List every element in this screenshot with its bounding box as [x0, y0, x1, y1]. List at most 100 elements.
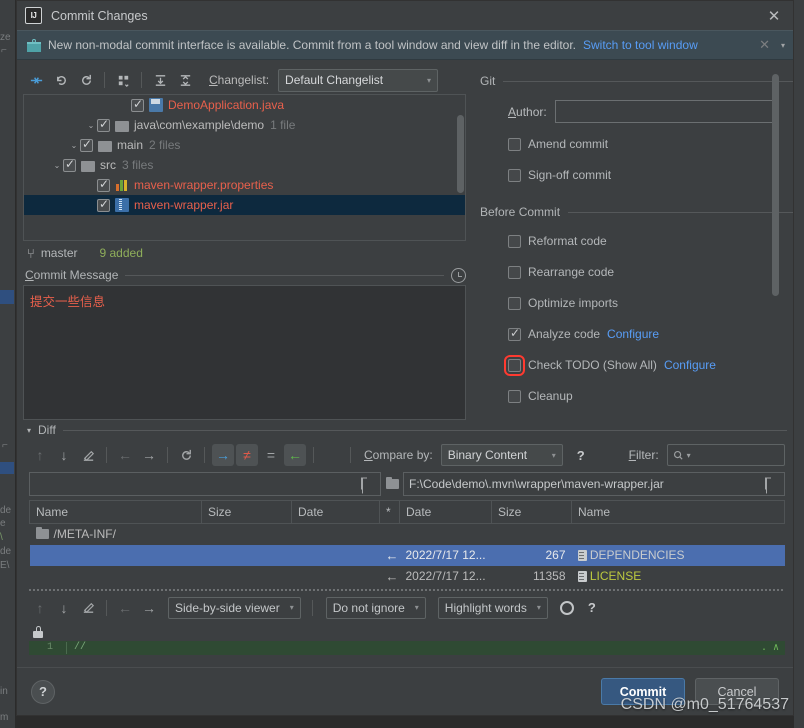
reformat-code-checkbox[interactable]: Reformat code — [480, 231, 793, 251]
tree-row[interactable]: maven-wrapper.properties — [24, 175, 465, 195]
tree-row[interactable]: ⌄ java\com\example\demo 1 file — [24, 115, 465, 135]
viewer-mode-combobox[interactable]: Side-by-side viewer ▾ — [168, 596, 301, 619]
switch-to-tool-window-link[interactable]: Switch to tool window — [583, 38, 698, 52]
changelist-combobox[interactable]: Default Changelist ▾ — [278, 68, 439, 92]
options-scrollbar[interactable] — [772, 74, 779, 296]
checkbox[interactable] — [508, 326, 521, 341]
prev-difference-icon[interactable]: ↑ — [29, 597, 51, 619]
refresh-icon[interactable] — [175, 444, 197, 466]
show-diff-icon[interactable] — [25, 69, 47, 91]
table-column-header[interactable]: Date — [291, 500, 380, 524]
clock-icon[interactable] — [451, 267, 466, 283]
file-icon — [577, 550, 587, 561]
expand-all-icon[interactable] — [149, 69, 171, 91]
cleanup-checkbox[interactable]: Cleanup — [480, 386, 793, 406]
commit-changes-dialog: IJ Commit Changes ✕ New non-modal commit… — [16, 0, 794, 716]
before-commit-options-list: Reformat code Rearrange code Optimize impo… — [480, 231, 793, 420]
gear-icon[interactable] — [559, 600, 574, 615]
table-column-header[interactable]: Name — [29, 500, 202, 524]
changed-files-tree[interactable]: DemoApplication.java ⌄ java\com\example\de… — [23, 94, 466, 241]
compare-by-combobox[interactable]: Binary Content ▾ — [440, 444, 563, 466]
chevron-down-icon[interactable]: ⌄ — [51, 161, 63, 170]
checkbox[interactable] — [508, 168, 521, 182]
close-icon[interactable]: ✕ — [765, 7, 783, 25]
optimize-imports-checkbox[interactable]: Optimize imports — [480, 293, 793, 313]
tree-row[interactable]: ⌄ main 2 files — [24, 135, 465, 155]
collapse-all-icon[interactable] — [174, 69, 196, 91]
check-todo-checkbox[interactable]: Check TODO (Show All) Configure — [480, 354, 793, 376]
file-checkbox[interactable] — [97, 177, 110, 192]
banner-caret-icon[interactable]: ▾ — [781, 41, 785, 50]
author-field[interactable] — [554, 100, 775, 123]
tree-row[interactable]: DemoApplication.java — [24, 95, 465, 115]
checkbox[interactable] — [508, 137, 521, 151]
file-count: 1 file — [270, 118, 296, 132]
cell-marker: ← — [379, 544, 400, 566]
right-path-field[interactable]: F:\Code\demo\.mvn\wrapper\maven-wrapper.… — [403, 472, 785, 496]
prev-difference-icon[interactable]: ↑ — [29, 444, 51, 466]
previous-change-icon[interactable]: ← — [114, 597, 136, 619]
commit-message-input[interactable]: 提交一些信息 — [23, 285, 466, 420]
revert-icon[interactable] — [50, 69, 72, 91]
table-column-header[interactable]: Size — [491, 500, 572, 524]
synchronize-icon[interactable] — [321, 444, 343, 466]
table-column-header[interactable]: * — [379, 500, 400, 524]
table-row[interactable]: /META-INF/ — [29, 523, 785, 545]
viewer-help-icon[interactable]: ? — [588, 600, 596, 615]
ignore-mode-combobox[interactable]: Do not ignore ▾ — [325, 596, 426, 619]
next-file-icon[interactable]: → — [138, 444, 160, 466]
chevron-down-icon[interactable]: ⌄ — [68, 141, 80, 150]
table-column-header[interactable]: Date — [399, 500, 492, 524]
banner-close-icon[interactable]: ✕ — [755, 37, 774, 53]
show-equal-files-icon[interactable]: = — [260, 444, 282, 466]
refresh-icon[interactable] — [75, 69, 97, 91]
table-row[interactable]: ← 2022/7/17 12... 267 DEPENDENCIES — [29, 544, 785, 566]
folder-open-icon[interactable] — [362, 477, 376, 494]
highlight-mode-combobox[interactable]: Highlight words ▾ — [437, 596, 548, 619]
table-column-header[interactable]: Size — [201, 500, 292, 524]
diff-help-icon[interactable]: ? — [577, 448, 585, 463]
checkbox[interactable] — [508, 234, 521, 248]
cancel-button[interactable]: Cancel — [695, 678, 779, 705]
tree-scrollbar[interactable] — [457, 115, 464, 193]
chevron-down-icon[interactable]: ▾ — [27, 426, 31, 435]
checkbox[interactable] — [508, 265, 521, 279]
folder-open-icon[interactable] — [766, 477, 780, 494]
tree-row[interactable]: ⌄ src 3 files — [24, 155, 465, 175]
file-checkbox[interactable] — [80, 137, 93, 152]
file-checkbox[interactable] — [131, 97, 144, 112]
next-difference-icon[interactable]: ↓ — [53, 597, 75, 619]
cell-left-name — [29, 544, 202, 566]
filter-input[interactable]: ▾ — [666, 444, 785, 466]
amend-commit-checkbox[interactable]: Amend commit — [480, 134, 793, 154]
edit-source-icon[interactable] — [77, 444, 99, 466]
rearrange-code-checkbox[interactable]: Rearrange code — [480, 262, 793, 282]
file-checkbox[interactable] — [97, 197, 110, 212]
file-checkbox[interactable] — [97, 117, 110, 132]
table-column-header[interactable]: Name — [571, 500, 785, 524]
previous-file-icon[interactable]: ← — [114, 444, 136, 466]
show-different-files-icon[interactable]: ≠ — [236, 444, 258, 466]
commit-button[interactable]: Commit — [601, 678, 685, 705]
next-difference-icon[interactable]: ↓ — [53, 444, 75, 466]
help-button[interactable]: ? — [31, 679, 55, 704]
next-change-icon[interactable]: → — [138, 597, 160, 619]
group-by-icon[interactable] — [112, 69, 134, 91]
checkbox[interactable] — [504, 354, 525, 376]
table-row[interactable]: ← 2022/7/17 12... 11358 LICENSE — [30, 566, 785, 587]
left-path-field[interactable] — [29, 472, 381, 496]
edit-source-icon[interactable] — [77, 597, 99, 619]
signoff-commit-checkbox[interactable]: Sign-off commit — [480, 165, 793, 185]
chevron-down-icon[interactable]: ⌄ — [85, 121, 97, 130]
file-checkbox[interactable] — [63, 157, 76, 172]
configure-link[interactable]: Configure — [664, 358, 716, 372]
checkbox[interactable] — [508, 296, 521, 310]
show-removed-files-icon[interactable]: ← — [284, 444, 306, 466]
show-new-files-icon[interactable]: → — [212, 444, 234, 466]
cell-left-size — [201, 544, 292, 566]
checkbox[interactable] — [508, 389, 521, 403]
analyze-code-checkbox[interactable]: Analyze code Configure — [480, 324, 793, 344]
configure-link[interactable]: Configure — [607, 327, 659, 341]
tree-row[interactable]: maven-wrapper.jar — [24, 195, 465, 215]
editor-added-line[interactable]: 1 // . ∧ — [29, 640, 785, 655]
